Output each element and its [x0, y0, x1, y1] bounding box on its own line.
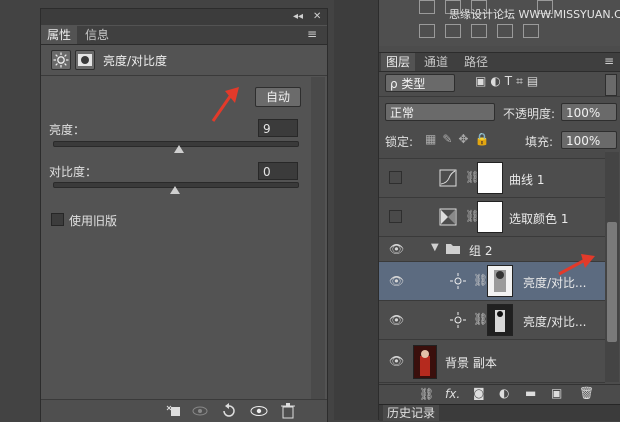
reset-icon[interactable]	[221, 403, 237, 419]
red-arrow-annotation	[558, 254, 595, 276]
brightness-adjustment-icon	[450, 273, 466, 289]
eye-icon[interactable]: 👁	[389, 313, 404, 327]
new-group-icon[interactable]: ▬	[525, 386, 536, 400]
eye-icon[interactable]: 👁	[389, 242, 404, 256]
delete-icon[interactable]	[281, 403, 295, 419]
layer-mask-thumbnail	[477, 201, 503, 233]
eye-icon[interactable]: 👁	[389, 354, 404, 368]
opacity-input[interactable]: 100%	[561, 103, 617, 121]
panel-gap	[334, 0, 378, 420]
filter-toggle[interactable]	[605, 74, 617, 96]
blend-mode-dropdown[interactable]: 正常	[385, 103, 495, 121]
tab-paths[interactable]: 路径	[459, 53, 493, 71]
view-previous-icon[interactable]	[191, 404, 209, 418]
layers-dock: 思缘设计论坛 WWW.MISSYUAN.COM 图层 通道 路径 ≡ ρ 类型 …	[378, 0, 620, 421]
photo-filter-icon[interactable]	[523, 24, 539, 38]
auto-button[interactable]: 自动	[255, 87, 301, 107]
use-legacy-label: 使用旧版	[69, 214, 118, 228]
adjustment-title: 亮度/对比度	[103, 54, 168, 68]
layer-filter-dropdown[interactable]: ρ 类型	[385, 74, 455, 92]
adjustments-icon-grid: 思缘设计论坛 WWW.MISSYUAN.COM	[379, 0, 620, 46]
tab-info[interactable]: 信息	[79, 26, 115, 44]
layer-row-curves[interactable]: ⛓ 曲线 1	[379, 159, 605, 198]
tab-properties[interactable]: 属性	[41, 26, 78, 44]
fill-label: 填充:	[525, 135, 554, 149]
properties-scrollbar[interactable]	[311, 77, 325, 399]
layer-row-partial	[379, 150, 605, 159]
use-legacy-checkbox[interactable]	[51, 213, 64, 226]
fx-icon[interactable]: fx.	[445, 387, 460, 401]
lock-icons[interactable]: ▦✎✥🔒	[425, 132, 495, 146]
layer-mask-thumbnail	[477, 162, 503, 194]
eye-icon[interactable]: 👁	[389, 274, 404, 288]
layer-mask-thumbnail	[487, 265, 513, 297]
layer-row-background-copy[interactable]: 👁 背景 副本	[379, 340, 605, 383]
link-icon: ⛓	[473, 273, 489, 287]
brightness-adjustment-icon	[450, 312, 466, 328]
layer-mask-thumbnail	[487, 304, 513, 336]
adjustment-layer-icon[interactable]: ◐	[499, 386, 509, 400]
link-icon: ⛓	[473, 312, 489, 326]
properties-header: 亮度/对比度	[41, 45, 327, 76]
selective-color-icon	[439, 208, 457, 226]
layers-footer: ⛓ fx. ◙ ◐ ▬ ▣ 🗑	[379, 384, 620, 405]
opacity-label: 不透明度:	[503, 107, 556, 121]
threshold-icon[interactable]	[445, 24, 461, 38]
selective-color-icon[interactable]	[497, 24, 513, 38]
brightness-label: 亮度：	[49, 123, 86, 137]
posterize-icon[interactable]	[419, 24, 435, 38]
layer-name: 曲线 1	[509, 173, 545, 187]
layers-scrollbar[interactable]	[605, 152, 619, 382]
layer-mask-icon[interactable]	[75, 50, 95, 70]
clip-to-layer-icon[interactable]	[165, 404, 181, 418]
contrast-value[interactable]: 0	[258, 162, 298, 180]
layer-name: 背景 副本	[445, 356, 497, 370]
trash-icon[interactable]: 🗑	[579, 386, 594, 400]
close-icon[interactable]: ✕	[313, 11, 321, 22]
contrast-label: 对比度：	[49, 165, 98, 179]
tab-layers[interactable]: 图层	[381, 53, 416, 71]
contrast-slider-thumb[interactable]	[170, 186, 180, 194]
filter-type-icons[interactable]: ▣◐T⌗▤	[475, 74, 595, 92]
lock-label: 锁定:	[385, 135, 414, 149]
panel-menu-icon[interactable]: ≡	[307, 27, 317, 41]
panel-title-strip: ◂◂ ✕	[41, 9, 327, 25]
tab-history[interactable]: 历史记录	[383, 405, 440, 421]
divider	[379, 96, 620, 97]
chevron-down-icon[interactable]: ▼	[431, 242, 439, 253]
layer-row-brightness[interactable]: 👁 ⛓ 亮度/对比...	[379, 301, 605, 340]
invert-icon[interactable]	[471, 24, 487, 38]
brightness-adjustment-icon[interactable]	[51, 50, 71, 70]
layer-name: 组 2	[469, 244, 493, 258]
collapse-icon[interactable]: ◂◂	[293, 11, 303, 22]
visibility-icon[interactable]	[249, 404, 269, 418]
properties-tabs: 属性 信息 ≡	[41, 26, 327, 45]
curves-icon	[439, 169, 457, 187]
red-arrow-annotation	[211, 87, 239, 122]
layer-row-selective-color[interactable]: ⛓ 选取颜色 1	[379, 198, 605, 237]
link-layers-icon[interactable]: ⛓	[419, 387, 434, 401]
scrollbar-thumb[interactable]	[607, 222, 617, 342]
new-layer-icon[interactable]: ▣	[551, 386, 562, 400]
properties-panel: ◂◂ ✕ 属性 信息 ≡ 亮度/对比度 自动 亮度： 9 对比度： 0 使用旧版	[40, 8, 328, 422]
layers-tabs: 图层 通道 路径 ≡	[379, 52, 620, 72]
layer-name: 亮度/对比...	[523, 315, 587, 329]
fill-input[interactable]: 100%	[561, 131, 617, 149]
layers-menu-icon[interactable]: ≡	[604, 54, 614, 68]
layer-image-thumbnail	[413, 345, 437, 379]
add-mask-icon[interactable]: ◙	[473, 386, 485, 400]
visibility-toggle[interactable]	[389, 171, 402, 184]
brightness-value[interactable]: 9	[258, 119, 298, 137]
folder-icon	[446, 244, 460, 254]
visibility-toggle[interactable]	[389, 210, 402, 223]
tab-channels[interactable]: 通道	[419, 53, 453, 71]
properties-footer	[41, 399, 327, 422]
layer-name: 选取颜色 1	[509, 212, 569, 226]
watermark: 思缘设计论坛 WWW.MISSYUAN.COM	[449, 8, 620, 21]
history-panel-tab[interactable]: 历史记录	[379, 404, 620, 421]
levels-icon[interactable]	[419, 0, 435, 14]
brightness-slider-thumb[interactable]	[173, 145, 184, 153]
